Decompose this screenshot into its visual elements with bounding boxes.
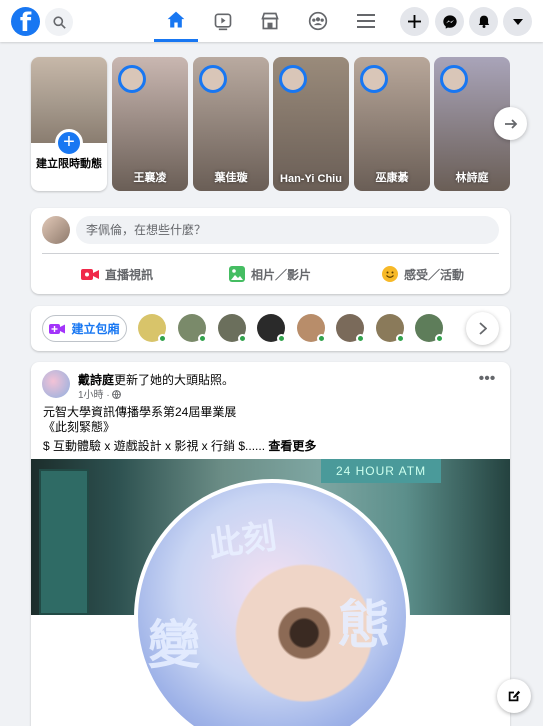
avatar[interactable]	[415, 314, 444, 343]
story-card[interactable]: 王襄凌	[112, 57, 188, 191]
story-author-name: 巫康綦	[375, 172, 409, 184]
stories-tray: + 建立限時動態 王襄凌 葉佳璇 Han-Yi Chiu 巫康綦 林詩庭	[31, 57, 510, 191]
feeling-activity-button[interactable]: 感受／活動	[347, 261, 499, 287]
create-story-label: 建立限時動態	[36, 158, 102, 170]
home-icon	[167, 11, 185, 27]
globe-icon	[112, 390, 122, 399]
rooms-next-button[interactable]	[466, 312, 499, 345]
create-button[interactable]	[400, 7, 429, 36]
chevron-down-icon	[512, 18, 523, 25]
story-author-name: 王襄凌	[133, 172, 167, 184]
nav-watch-tab[interactable]	[201, 0, 245, 42]
story-author-name: Han-Yi Chiu	[280, 173, 342, 185]
story-author-name: 林詩庭	[455, 172, 489, 184]
photo-video-label: 相片／影片	[250, 267, 311, 282]
new-message-button[interactable]	[497, 679, 531, 713]
avatar	[279, 65, 307, 93]
plus-icon: +	[55, 129, 83, 157]
story-card[interactable]: 巫康綦	[354, 57, 430, 191]
create-room-label: 建立包廂	[71, 322, 120, 336]
post-text-line: 《此刻緊態》	[43, 420, 116, 434]
search-icon	[52, 15, 66, 29]
nav-menu-tab[interactable]	[344, 0, 388, 42]
story-card[interactable]: 葉佳璇	[193, 57, 269, 191]
avatar	[360, 65, 388, 93]
avatar[interactable]	[376, 314, 405, 343]
story-card[interactable]: Han-Yi Chiu	[273, 57, 349, 191]
author-name[interactable]: 戴詩庭	[78, 373, 114, 387]
account-button[interactable]	[503, 7, 532, 36]
plus-icon	[408, 15, 421, 28]
stories-next-button[interactable]	[494, 107, 527, 140]
avatar[interactable]	[257, 314, 286, 343]
profile-picture-text: 此刻	[206, 517, 279, 565]
see-more-link[interactable]: 查看更多	[268, 439, 316, 453]
atm-sign: 24 HOUR ATM	[321, 459, 441, 483]
online-dot	[317, 334, 326, 343]
watch-icon	[214, 13, 232, 31]
status-input[interactable]: 李佩倫，在想些什麼？	[76, 216, 499, 244]
groups-icon	[308, 11, 328, 31]
notifications-button[interactable]	[469, 7, 498, 36]
online-dot	[238, 334, 247, 343]
post-action-text: 更新了她的大頭貼照。	[114, 373, 235, 387]
avatar	[199, 65, 227, 93]
feed-post: 戴詩庭更新了她的大頭貼照。 1小時 · ••• 元智大學資訊傳播學系第24屆畢業…	[31, 362, 510, 726]
online-dot	[277, 334, 286, 343]
post-meta: 1小時 ·	[78, 386, 122, 401]
smiley-icon	[381, 266, 398, 282]
avatar[interactable]	[297, 314, 326, 343]
post-text-line: $ 互動體驗 x 遊戲設計 x 影視 x 行銷 $...... 查看更多	[43, 437, 316, 454]
top-navigation-bar: f	[0, 0, 543, 42]
post-text-line: 元智大學資訊傳播學系第24屆畢業展	[43, 405, 237, 419]
create-room-button[interactable]: 建立包廂	[42, 315, 127, 342]
avatar[interactable]	[42, 216, 70, 244]
nav-marketplace-tab[interactable]	[248, 0, 292, 42]
create-story-card[interactable]: + 建立限時動態	[31, 57, 107, 191]
story-author-name: 葉佳璇	[214, 172, 248, 184]
more-options-button[interactable]: •••	[477, 371, 497, 388]
post-time[interactable]: 1小時 ·	[78, 390, 112, 401]
compose-icon	[508, 690, 521, 702]
post-text: 元智大學資訊傳播學系第24屆畢業展 《此刻緊態》	[43, 405, 236, 435]
online-dot	[396, 334, 405, 343]
nav-groups-tab[interactable]	[296, 0, 340, 42]
avatar	[440, 65, 468, 93]
online-dot	[356, 334, 365, 343]
door-image	[39, 469, 89, 615]
nav-home-tab[interactable]	[154, 0, 198, 42]
online-dot	[158, 334, 167, 343]
messenger-icon	[442, 14, 457, 29]
profile-picture-text: 變	[148, 617, 201, 675]
marketplace-icon	[261, 12, 279, 30]
profile-picture-text: 態	[338, 597, 391, 655]
divider	[42, 253, 499, 254]
facebook-logo[interactable]: f	[11, 7, 40, 36]
photo-video-button[interactable]: 相片／影片	[195, 261, 345, 287]
avatar[interactable]	[218, 314, 247, 343]
avatar[interactable]	[336, 314, 365, 343]
live-video-button[interactable]: 直播視訊	[42, 261, 192, 287]
avatar	[118, 65, 146, 93]
menu-icon	[357, 14, 375, 28]
post-composer: 李佩倫，在想些什麼？ 直播視訊 相片／影片 感受／活動	[31, 208, 510, 294]
photo-icon	[228, 266, 245, 282]
post-text-snippet: $ 互動體驗 x 遊戲設計 x 影視 x 行銷 $......	[43, 439, 266, 453]
avatar[interactable]	[138, 314, 167, 343]
avatar[interactable]	[178, 314, 207, 343]
feeling-activity-label: 感受／活動	[403, 267, 464, 282]
video-plus-icon	[49, 323, 66, 334]
author-avatar[interactable]	[42, 370, 70, 398]
messenger-button[interactable]	[435, 7, 464, 36]
bell-icon	[478, 15, 489, 28]
search-button[interactable]	[45, 8, 73, 36]
rooms-bar: 建立包廂	[31, 306, 510, 351]
online-dot	[198, 334, 207, 343]
arrow-right-icon	[504, 118, 517, 129]
live-video-label: 直播視訊	[104, 267, 153, 282]
live-video-icon	[80, 268, 99, 280]
online-dot	[435, 334, 444, 343]
chevron-right-icon	[478, 322, 487, 335]
